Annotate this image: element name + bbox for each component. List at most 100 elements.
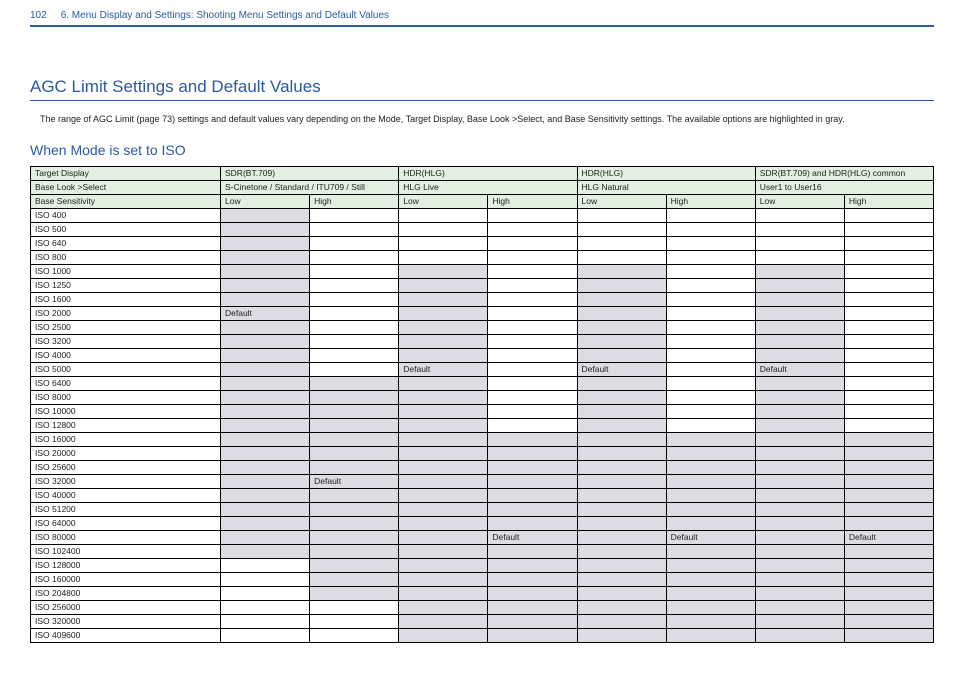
iso-cell [488,586,577,600]
iso-cell [310,208,399,222]
iso-cell [221,446,310,460]
iso-cell [310,530,399,544]
iso-cell [844,418,933,432]
iso-cell [488,390,577,404]
iso-cell [488,404,577,418]
iso-cell [310,376,399,390]
iso-cell [666,390,755,404]
iso-cell [755,544,844,558]
iso-cell [844,320,933,334]
iso-cell [755,264,844,278]
iso-cell [488,628,577,642]
iso-cell [488,208,577,222]
table-row: ISO 4000 [31,348,934,362]
iso-cell: Default [666,530,755,544]
iso-cell [399,390,488,404]
table-row: ISO 51200 [31,502,934,516]
iso-cell [577,446,666,460]
intro-paragraph: The range of AGC Limit (page 73) setting… [40,113,934,126]
table-row: ISO 1000 [31,264,934,278]
iso-cell: Default [399,362,488,376]
table-row: ISO 409600 [31,628,934,642]
iso-cell [221,572,310,586]
header-row-base-sensitivity: Base SensitivityLowHighLowHighLowHighLow… [31,194,934,208]
iso-cell [399,488,488,502]
iso-cell [844,460,933,474]
iso-cell [844,558,933,572]
sensitivity-header: Low [221,194,310,208]
iso-cell [310,446,399,460]
sensitivity-header: Low [399,194,488,208]
iso-cell [221,348,310,362]
iso-cell [221,544,310,558]
table-row: ISO 64000 [31,516,934,530]
iso-cell [666,222,755,236]
iso-label: ISO 80000 [31,530,221,544]
iso-cell [221,404,310,418]
iso-cell [755,600,844,614]
iso-cell [577,516,666,530]
table-row: ISO 400 [31,208,934,222]
iso-cell [755,614,844,628]
iso-cell [488,558,577,572]
iso-cell [755,474,844,488]
iso-cell [755,558,844,572]
iso-cell [844,586,933,600]
iso-cell [666,306,755,320]
iso-cell [221,474,310,488]
iso-cell [577,250,666,264]
iso-cell [221,614,310,628]
sensitivity-header: High [488,194,577,208]
iso-cell [666,334,755,348]
iso-cell [844,292,933,306]
iso-cell [755,390,844,404]
target-display-value: SDR(BT.709) and HDR(HLG) common [755,166,933,180]
iso-cell [310,334,399,348]
iso-cell [399,292,488,306]
iso-cell [844,376,933,390]
iso-cell: Default [755,362,844,376]
sensitivity-header: Low [577,194,666,208]
iso-cell [577,558,666,572]
iso-cell [666,348,755,362]
iso-cell [221,502,310,516]
iso-cell [399,418,488,432]
table-row: ISO 320000 [31,614,934,628]
iso-cell [221,628,310,642]
iso-cell [310,600,399,614]
iso-cell [488,278,577,292]
iso-cell [666,278,755,292]
iso-cell [577,460,666,474]
iso-cell [310,362,399,376]
iso-cell [755,516,844,530]
iso-cell [577,292,666,306]
table-row: ISO 20000 [31,446,934,460]
iso-cell [221,362,310,376]
iso-cell [577,306,666,320]
iso-cell [666,432,755,446]
iso-cell [755,320,844,334]
table-row: ISO 5000DefaultDefaultDefault [31,362,934,376]
iso-label: ISO 102400 [31,544,221,558]
iso-cell [488,264,577,278]
iso-cell [399,278,488,292]
iso-cell [844,614,933,628]
iso-cell [666,516,755,530]
iso-cell [844,208,933,222]
iso-cell [310,558,399,572]
table-row: ISO 40000 [31,488,934,502]
iso-cell [755,404,844,418]
iso-cell: Default [221,306,310,320]
iso-cell [666,614,755,628]
iso-cell [577,348,666,362]
page-number: 102 [30,10,47,21]
iso-cell [577,264,666,278]
page-header: 102 6. Menu Display and Settings: Shooti… [30,10,934,27]
iso-cell [310,544,399,558]
iso-cell [221,376,310,390]
iso-cell [221,208,310,222]
iso-cell [221,334,310,348]
iso-cell [666,264,755,278]
iso-cell [577,544,666,558]
iso-cell [666,376,755,390]
